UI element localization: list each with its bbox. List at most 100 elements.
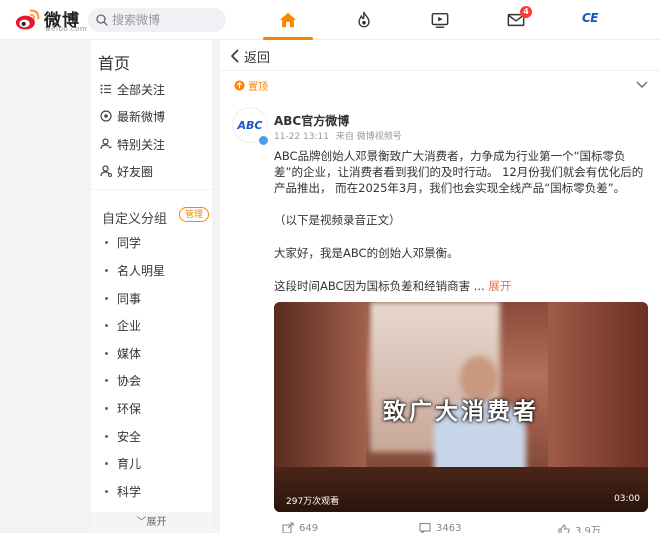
group-item[interactable]: 育儿 (105, 454, 141, 472)
custom-groups-title: 自定义分组 (102, 212, 168, 227)
main-feed: 返回 置顶 ABC ABC官方微博 11-22 13:11 来自 微博视频号 A… (220, 40, 660, 533)
group-item[interactable]: 企业 (105, 316, 141, 334)
sidebar-item-label: 全部关注 (117, 82, 166, 97)
video-caption: 致广大消费者 (383, 399, 539, 425)
post-meta: 11-22 13:11 来自 微博视频号 (274, 129, 406, 142)
group-label: 同事 (117, 291, 142, 306)
post-source: 来自 微博视频号 (335, 132, 402, 142)
bullet-icon (105, 378, 108, 382)
post-time[interactable]: 11-22 13:11 (274, 132, 329, 142)
expand-post-link[interactable]: 展开 (488, 279, 511, 293)
sidebar: 首页 全部关注 最新微博 特别关注 好友圈 自定义分组 管理 同学 名人明星 同… (91, 40, 212, 533)
group-item[interactable]: 环保 (105, 399, 141, 417)
comment-icon (419, 522, 431, 533)
weibo-logo-icon (15, 9, 40, 30)
group-item[interactable]: 科学 (105, 482, 141, 500)
user-icon (100, 138, 112, 150)
pinned-label: 置顶 (248, 82, 268, 93)
search-icon (96, 14, 108, 26)
weibo-logo[interactable]: 微博 weibo.com (0, 0, 88, 40)
back-button[interactable]: 返回 (230, 47, 271, 66)
group-label: 媒体 (117, 346, 142, 361)
pinned-badge: 置顶 (234, 78, 268, 93)
back-label: 返回 (244, 50, 271, 66)
group-item[interactable]: 名人明星 (105, 261, 165, 279)
bullet-icon (105, 296, 108, 300)
bullet-icon (105, 351, 108, 355)
like-button[interactable]: 3.9万 (558, 522, 601, 533)
group-label: 环保 (117, 401, 142, 416)
post-paragraph: ABC品牌创始人邓景衡致广大消费者，力争成为行业第一个“国标零负差”的企业，让消… (274, 149, 644, 195)
expand-label: 展开 (146, 517, 167, 528)
bullet-icon (105, 240, 108, 244)
author-name[interactable]: ABC官方微博 (274, 112, 349, 129)
group-item[interactable]: 同事 (105, 289, 141, 307)
repost-count: 649 (299, 522, 319, 533)
group-label: 同学 (117, 235, 142, 250)
bullet-icon (105, 434, 108, 438)
group-label: 协会 (117, 373, 142, 388)
clock-icon (100, 110, 112, 122)
video-duration: 03:00 (614, 494, 640, 504)
pinned-row: 置顶 (220, 74, 660, 96)
flame-icon (358, 11, 370, 28)
post-actions: 649 3463 3.9万 (220, 522, 660, 533)
sidebar-item-friends[interactable]: 好友圈 (100, 161, 210, 181)
sidebar-item-label: 最新微博 (117, 109, 166, 124)
back-row: 返回 (220, 40, 660, 71)
sidebar-item-latest[interactable]: 最新微博 (100, 106, 210, 126)
chevron-down-icon: ﹀ (136, 517, 147, 528)
sidebar-item-label: 好友圈 (117, 164, 154, 179)
video-icon (431, 12, 449, 28)
comment-button[interactable]: 3463 (419, 522, 461, 533)
chevron-down-icon[interactable] (636, 79, 648, 89)
post-paragraph: （以下是视频录音正文） (274, 213, 401, 227)
chevron-left-icon (230, 49, 239, 63)
bullet-icon (105, 268, 108, 272)
group-label: 安全 (117, 429, 142, 444)
sidebar-title: 首页 (98, 54, 131, 73)
group-item[interactable]: 媒体 (105, 344, 141, 362)
home-icon (279, 12, 297, 28)
manage-groups-button[interactable]: 管理 (179, 207, 210, 222)
comment-count: 3463 (436, 522, 462, 533)
repost-button[interactable]: 649 (282, 522, 318, 533)
friends-icon (100, 165, 112, 177)
search-box[interactable] (88, 8, 226, 32)
pin-icon (234, 80, 245, 91)
sidebar-item-label: 特别关注 (117, 137, 166, 152)
nav-home[interactable] (277, 9, 299, 31)
bullet-icon (105, 323, 108, 327)
group-label: 育儿 (117, 456, 142, 471)
repost-icon (282, 522, 294, 533)
post-paragraph: 这段时间ABC因为国标负差和经销商害 ... 展开 (274, 278, 652, 294)
top-bar: 微博 weibo.com 4 CE (0, 0, 660, 40)
list-icon (100, 84, 111, 94)
video-views: 297万次观看 (286, 497, 340, 507)
group-item[interactable]: 安全 (105, 427, 141, 445)
verified-icon (258, 135, 269, 146)
expand-groups-button[interactable]: ﹀展开 (91, 512, 212, 533)
post-truncated-text: 这段时间ABC因为国标负差和经销商害 ... (274, 279, 485, 293)
thumbs-up-icon (558, 523, 570, 533)
ce-logo-icon[interactable]: CE (582, 11, 599, 25)
search-input[interactable] (112, 11, 220, 29)
nav-hot[interactable] (353, 9, 375, 31)
video-player[interactable]: 致广大消费者 297万次观看 03:00 (274, 302, 648, 512)
bullet-icon (105, 406, 108, 410)
brand-domain: weibo.com (45, 25, 88, 33)
post-paragraph: 大家好，我是ABC的创始人邓景衡。 (274, 246, 459, 260)
sidebar-item-special[interactable]: 特别关注 (100, 134, 210, 154)
like-count: 3.9万 (575, 526, 601, 533)
nav-video[interactable] (429, 9, 451, 31)
group-label: 名人明星 (117, 263, 166, 278)
bullet-icon (105, 489, 108, 493)
message-count-badge: 4 (520, 6, 532, 18)
group-label: 企业 (117, 318, 142, 333)
bullet-icon (105, 461, 108, 465)
sidebar-item-all-following[interactable]: 全部关注 (100, 79, 210, 99)
sidebar-divider (91, 189, 212, 190)
group-item[interactable]: 同学 (105, 233, 141, 251)
group-item[interactable]: 协会 (105, 371, 141, 389)
group-label: 科学 (117, 484, 142, 499)
